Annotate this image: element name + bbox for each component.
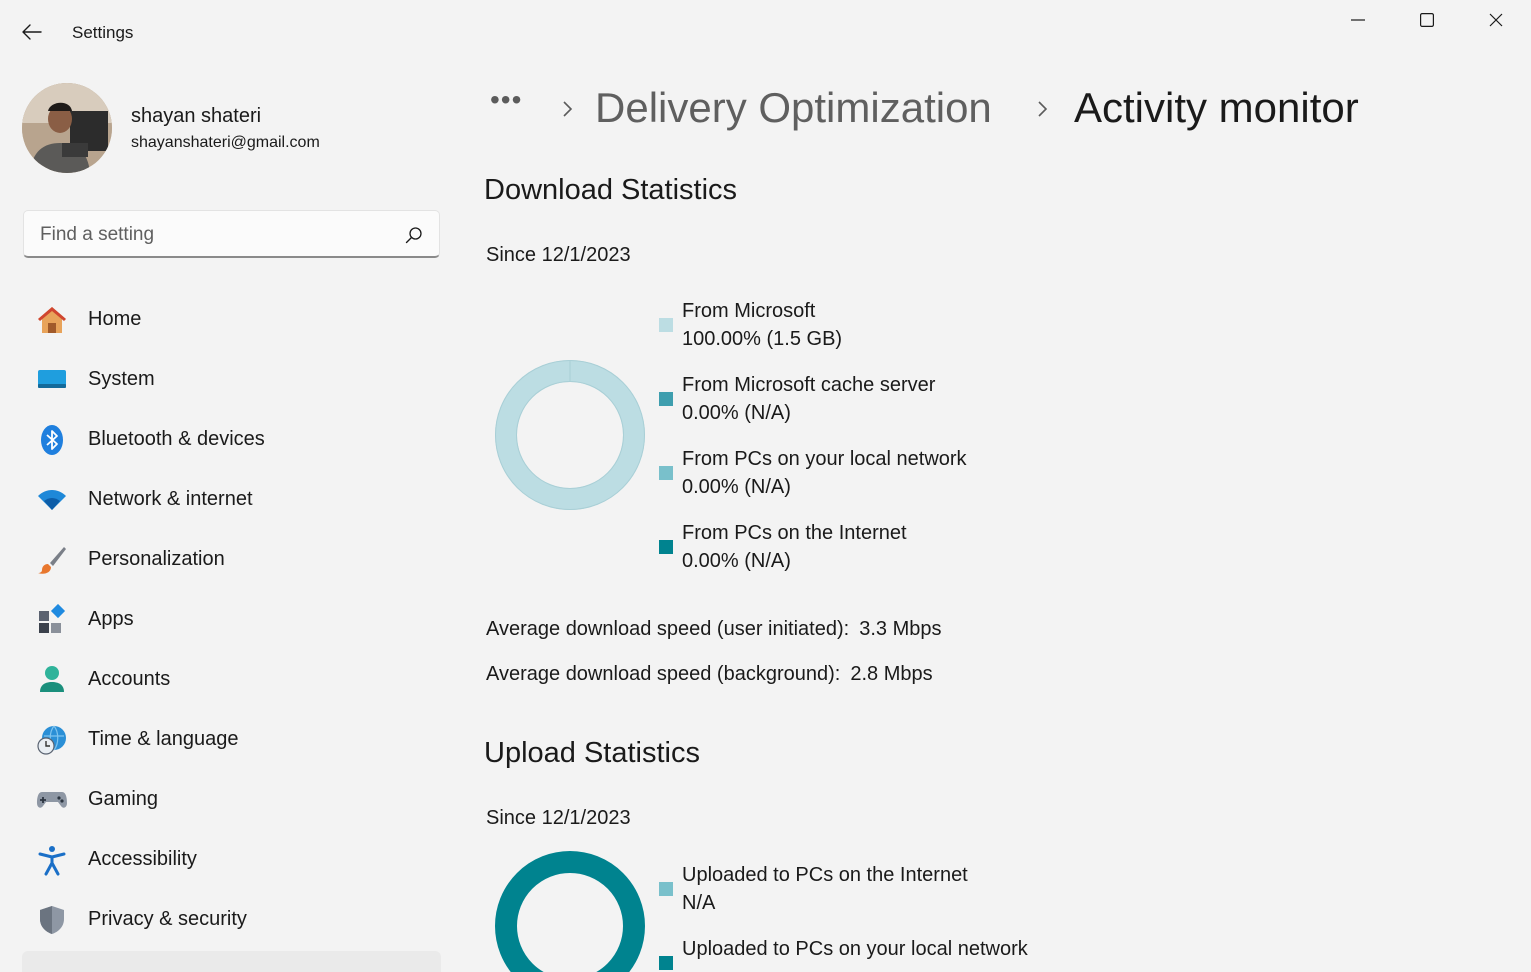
title-bar: Settings [0, 0, 1531, 64]
avg-download-speed-user-value: 3.3 Mbps [859, 618, 942, 640]
sidebar-item-personalization[interactable]: Personalization [22, 530, 442, 590]
donut-slice [495, 360, 645, 510]
legend-name: From Microsoft [682, 300, 816, 322]
breadcrumb: ••• Delivery Optimization Activity monit… [490, 84, 1490, 134]
sidebar-item-label: Accessibility [88, 848, 197, 870]
system-icon [36, 364, 68, 396]
minimize-icon [1350, 19, 1365, 21]
legend-swatch [659, 882, 673, 896]
home-icon [36, 304, 68, 336]
apps-icon [36, 604, 68, 636]
download-statistics-heading: Download Statistics [484, 174, 738, 206]
avg-download-speed-user: Average download speed (user initiated):… [486, 618, 941, 641]
gamepad-icon [36, 784, 68, 816]
chevron-right-icon [563, 101, 573, 117]
breadcrumb-more-button[interactable]: ••• [490, 84, 522, 116]
legend-item-from-cache-server: From Microsoft cache server 0.00% (N/A) [659, 374, 1079, 434]
sidebar-item-label: Apps [88, 608, 134, 630]
sidebar-item-network[interactable]: Network & internet [22, 470, 442, 530]
donut-ring [495, 851, 645, 972]
download-donut-chart [495, 360, 645, 510]
sidebar-item-bluetooth[interactable]: Bluetooth & devices [22, 410, 442, 470]
legend-name: Uploaded to PCs on the Internet [682, 864, 968, 886]
brush-icon [36, 544, 68, 576]
sidebar-item-accessibility[interactable]: Accessibility [22, 830, 442, 890]
legend-item-from-local-network: From PCs on your local network 0.00% (N/… [659, 448, 1079, 508]
legend-item-from-microsoft: From Microsoft 100.00% (1.5 GB) [659, 300, 1079, 360]
sidebar-item-label: Accounts [88, 668, 171, 690]
upload-statistics-heading: Upload Statistics [484, 737, 700, 769]
search-box[interactable]: Find a setting [23, 210, 440, 258]
search-input[interactable]: Find a setting [40, 224, 154, 246]
sidebar-item-label: Home [88, 308, 142, 330]
app-title: Settings [72, 23, 134, 42]
upload-since-date: Since 12/1/2023 [486, 807, 631, 829]
back-arrow-icon [22, 24, 42, 40]
avg-download-speed-background-label: Average download speed (background): [486, 663, 841, 685]
legend-item-uploaded-internet: Uploaded to PCs on the Internet N/A [659, 864, 1079, 924]
avatar-photo-icon [22, 83, 112, 173]
breadcrumb-delivery-optimization[interactable]: Delivery Optimization [595, 84, 992, 132]
donut-outline [516, 381, 624, 489]
sidebar-item-label: Personalization [88, 548, 225, 570]
close-icon [1489, 13, 1502, 27]
bluetooth-icon [36, 424, 68, 456]
legend-value: 0.00% (N/A) [682, 476, 791, 498]
sidebar-item-windows-update[interactable] [22, 951, 441, 972]
minimize-button[interactable] [1323, 0, 1392, 40]
maximize-button[interactable] [1392, 0, 1461, 40]
legend-value: N/A [682, 892, 716, 914]
person-icon [36, 664, 68, 696]
sidebar-item-home[interactable]: Home [22, 290, 442, 350]
legend-swatch [659, 540, 673, 554]
user-email: shayanshateri@gmail.com [131, 134, 320, 151]
avg-download-speed-background: Average download speed (background): 2.8 … [486, 663, 933, 686]
download-since-date: Since 12/1/2023 [486, 244, 631, 266]
sidebar-item-label: Time & language [88, 728, 239, 750]
upload-legend: Uploaded to PCs on the Internet N/A Uplo… [659, 864, 1079, 972]
legend-value: 0.00% (N/A) [682, 402, 791, 424]
page-title: Activity monitor [1074, 84, 1359, 131]
shield-icon [36, 904, 68, 936]
maximize-icon [1419, 13, 1434, 27]
avg-download-speed-background-value: 2.8 Mbps [850, 663, 933, 685]
legend-swatch [659, 466, 673, 480]
legend-item-from-internet: From PCs on the Internet 0.00% (N/A) [659, 522, 1079, 582]
avg-download-speed-user-label: Average download speed (user initiated): [486, 618, 850, 640]
sidebar-item-time-language[interactable]: Time & language [22, 710, 442, 770]
legend-swatch [659, 956, 673, 970]
legend-item-uploaded-local-network: Uploaded to PCs on your local network [659, 938, 1079, 972]
sidebar-item-label: Privacy & security [88, 908, 247, 930]
sidebar-item-accounts[interactable]: Accounts [22, 650, 442, 710]
accessibility-icon [36, 844, 68, 876]
search-icon[interactable] [405, 226, 423, 244]
wifi-icon [36, 484, 68, 516]
close-button[interactable] [1461, 0, 1530, 40]
sidebar-item-label: Bluetooth & devices [88, 428, 265, 450]
avatar[interactable] [22, 83, 112, 173]
legend-name: Uploaded to PCs on your local network [682, 938, 1028, 960]
sidebar-item-apps[interactable]: Apps [22, 590, 442, 650]
sidebar-item-privacy-security[interactable]: Privacy & security [22, 890, 442, 950]
sidebar-item-label: Network & internet [88, 488, 253, 510]
sidebar-nav: Home System Bluetooth & devices Network … [22, 290, 442, 950]
sidebar-item-system[interactable]: System [22, 350, 442, 410]
user-name: shayan shateri [131, 105, 262, 127]
legend-name: From PCs on the Internet [682, 522, 907, 544]
legend-swatch [659, 392, 673, 406]
legend-swatch [659, 318, 673, 332]
user-profile[interactable]: shayan shateri shayanshateri@gmail.com [22, 83, 442, 175]
legend-name: From Microsoft cache server [682, 374, 936, 396]
upload-donut-chart [495, 851, 645, 972]
sidebar-item-gaming[interactable]: Gaming [22, 770, 442, 830]
sidebar-item-label: System [88, 368, 155, 390]
globe-clock-icon [36, 724, 68, 756]
back-button[interactable] [14, 14, 50, 50]
sidebar-item-label: Gaming [88, 788, 159, 810]
chevron-right-icon [1038, 101, 1048, 117]
legend-name: From PCs on your local network [682, 448, 967, 470]
legend-value: 100.00% (1.5 GB) [682, 328, 843, 350]
legend-value: 0.00% (N/A) [682, 550, 791, 572]
